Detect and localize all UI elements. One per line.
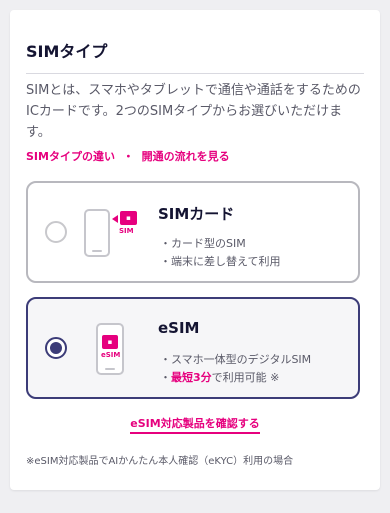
footnote: ※eSIM対応製品でAIかんたん本人確認（eKYC）利用の場合 xyxy=(26,456,294,467)
esim-title: eSIM xyxy=(158,319,200,337)
divider xyxy=(26,73,364,74)
esim-feature-2-suffix: で利用可能 ※ xyxy=(211,371,280,384)
link-separator: ・ xyxy=(122,150,134,163)
esim-radio[interactable] xyxy=(45,337,67,359)
info-links: SIMタイプの違い ・ 開通の流れを見る xyxy=(26,148,230,164)
sim-card-title: SIMカード xyxy=(158,205,235,223)
check-esim-products: eSIM対応製品を確認する xyxy=(10,415,380,434)
esim-feature-2-highlight: 最短3分 xyxy=(171,371,212,384)
esim-feature-2: ・最短3分で利用可能 ※ xyxy=(160,369,279,385)
sim-card-feature-2: ・端末に差し替えて利用 xyxy=(160,255,281,268)
sim-difference-link[interactable]: SIMタイプの違い xyxy=(26,150,115,163)
option-sim-card[interactable]: ▪ SIM SIMカード ・カード型のSIM ・端末に差し替えて利用 xyxy=(26,181,360,283)
description: SIMとは、スマホやタブレットで通信や通話をするためのICカードです。2つのSI… xyxy=(26,83,361,140)
sim-type-card: SIMタイプ SIMとは、スマホやタブレットで通信や通話をするためのICカードで… xyxy=(10,10,380,490)
esim-feature-1: ・スマホ一体型のデジタルSIM xyxy=(160,353,312,366)
section-title: SIMタイプ xyxy=(26,42,108,61)
esim-feature-2-prefix: ・ xyxy=(160,371,171,384)
sim-card-radio[interactable] xyxy=(45,221,67,243)
check-esim-products-link[interactable]: eSIM対応製品を確認する xyxy=(130,417,260,434)
sim-card-feature-1: ・カード型のSIM xyxy=(160,237,246,250)
option-esim[interactable]: ▪ eSIM eSIM ・スマホ一体型のデジタルSIM ・最短3分で利用可能 ※ xyxy=(26,297,360,399)
sim-icon-label: SIM xyxy=(119,227,134,235)
esim-icon-label: eSIM xyxy=(101,351,121,359)
activation-flow-link[interactable]: 開通の流れを見る xyxy=(142,150,230,163)
